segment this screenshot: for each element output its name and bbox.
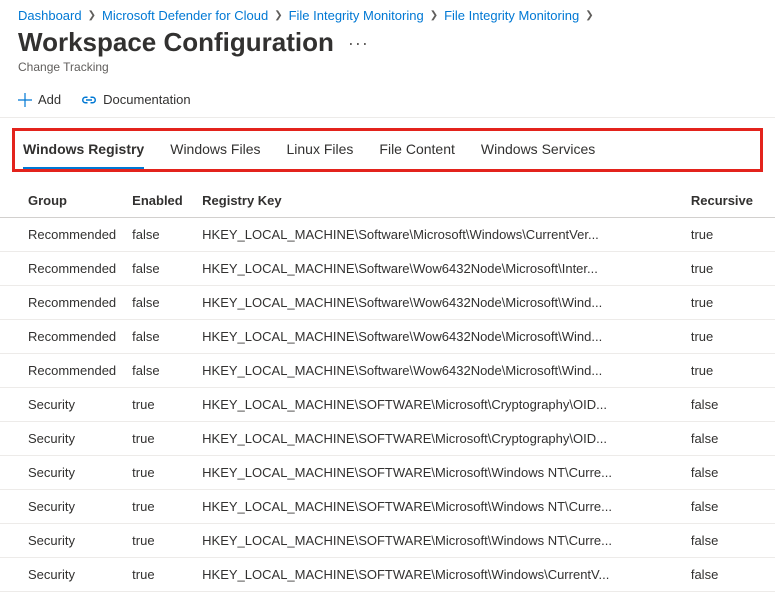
cell-group: Security xyxy=(0,422,124,456)
cell-group: Recommended xyxy=(0,320,124,354)
cell-enabled: false xyxy=(124,354,194,388)
cell-recursive: false xyxy=(683,388,775,422)
cell-enabled: false xyxy=(124,218,194,252)
page-header: Workspace Configuration ··· Change Track… xyxy=(0,25,775,84)
cell-recursive: true xyxy=(683,320,775,354)
breadcrumb-fim-2[interactable]: File Integrity Monitoring xyxy=(444,8,579,23)
col-header-key[interactable]: Registry Key xyxy=(194,184,683,218)
table-header-row: Group Enabled Registry Key Recursive xyxy=(0,184,775,218)
documentation-button[interactable]: Documentation xyxy=(81,92,190,107)
table-row[interactable]: RecommendedfalseHKEY_LOCAL_MACHINE\Softw… xyxy=(0,218,775,252)
link-icon xyxy=(81,93,97,107)
table-row[interactable]: SecuritytrueHKEY_LOCAL_MACHINE\SOFTWARE\… xyxy=(0,490,775,524)
table-row[interactable]: SecuritytrueHKEY_LOCAL_MACHINE\SOFTWARE\… xyxy=(0,524,775,558)
cell-key: HKEY_LOCAL_MACHINE\Software\Wow6432Node\… xyxy=(194,252,683,286)
add-button-label: Add xyxy=(38,92,61,107)
cell-group: Security xyxy=(0,490,124,524)
chevron-right-icon: ❯ xyxy=(430,10,438,21)
cell-enabled: true xyxy=(124,422,194,456)
page-subtitle: Change Tracking xyxy=(18,60,757,74)
tab-windows-services[interactable]: Windows Services xyxy=(481,141,595,169)
cell-enabled: true xyxy=(124,524,194,558)
cell-recursive: false xyxy=(683,558,775,592)
tab-linux-files[interactable]: Linux Files xyxy=(286,141,353,169)
tabs: Windows Registry Windows Files Linux Fil… xyxy=(17,135,758,169)
cell-group: Recommended xyxy=(0,286,124,320)
cell-group: Recommended xyxy=(0,252,124,286)
table-row[interactable]: SecuritytrueHKEY_LOCAL_MACHINE\SOFTWARE\… xyxy=(0,558,775,592)
cell-key: HKEY_LOCAL_MACHINE\Software\Wow6432Node\… xyxy=(194,320,683,354)
cell-enabled: true xyxy=(124,490,194,524)
cell-recursive: true xyxy=(683,218,775,252)
registry-table: Group Enabled Registry Key Recursive Rec… xyxy=(0,184,775,592)
table-row[interactable]: SecuritytrueHKEY_LOCAL_MACHINE\SOFTWARE\… xyxy=(0,422,775,456)
table-row[interactable]: RecommendedfalseHKEY_LOCAL_MACHINE\Softw… xyxy=(0,252,775,286)
cell-recursive: true xyxy=(683,252,775,286)
cell-enabled: false xyxy=(124,320,194,354)
cell-recursive: false xyxy=(683,456,775,490)
breadcrumb-fim-1[interactable]: File Integrity Monitoring xyxy=(289,8,424,23)
table-row[interactable]: RecommendedfalseHKEY_LOCAL_MACHINE\Softw… xyxy=(0,286,775,320)
table-row[interactable]: SecuritytrueHKEY_LOCAL_MACHINE\SOFTWARE\… xyxy=(0,456,775,490)
cell-key: HKEY_LOCAL_MACHINE\SOFTWARE\Microsoft\Wi… xyxy=(194,524,683,558)
cell-group: Recommended xyxy=(0,354,124,388)
cell-key: HKEY_LOCAL_MACHINE\Software\Wow6432Node\… xyxy=(194,286,683,320)
col-header-group[interactable]: Group xyxy=(0,184,124,218)
breadcrumb-defender[interactable]: Microsoft Defender for Cloud xyxy=(102,8,268,23)
breadcrumb-dashboard[interactable]: Dashboard xyxy=(18,8,82,23)
cell-enabled: true xyxy=(124,558,194,592)
chevron-right-icon: ❯ xyxy=(88,10,96,21)
cell-group: Security xyxy=(0,388,124,422)
cell-key: HKEY_LOCAL_MACHINE\Software\Microsoft\Wi… xyxy=(194,218,683,252)
cell-enabled: false xyxy=(124,286,194,320)
cell-group: Security xyxy=(0,524,124,558)
cell-key: HKEY_LOCAL_MACHINE\Software\Wow6432Node\… xyxy=(194,354,683,388)
chevron-right-icon: ❯ xyxy=(274,10,282,21)
cell-recursive: true xyxy=(683,354,775,388)
col-header-enabled[interactable]: Enabled xyxy=(124,184,194,218)
table-row[interactable]: RecommendedfalseHKEY_LOCAL_MACHINE\Softw… xyxy=(0,320,775,354)
tabs-highlight-box: Windows Registry Windows Files Linux Fil… xyxy=(12,128,763,172)
cell-group: Security xyxy=(0,558,124,592)
cell-enabled: true xyxy=(124,456,194,490)
cell-recursive: true xyxy=(683,286,775,320)
cell-recursive: false xyxy=(683,524,775,558)
documentation-button-label: Documentation xyxy=(103,92,190,107)
toolbar: Add Documentation xyxy=(0,84,775,118)
cell-key: HKEY_LOCAL_MACHINE\SOFTWARE\Microsoft\Wi… xyxy=(194,558,683,592)
cell-key: HKEY_LOCAL_MACHINE\SOFTWARE\Microsoft\Wi… xyxy=(194,490,683,524)
add-button[interactable]: Add xyxy=(18,92,61,107)
tab-file-content[interactable]: File Content xyxy=(379,141,454,169)
cell-recursive: false xyxy=(683,490,775,524)
cell-group: Security xyxy=(0,456,124,490)
page-title: Workspace Configuration xyxy=(18,27,334,58)
cell-recursive: false xyxy=(683,422,775,456)
more-options-icon[interactable]: ··· xyxy=(348,34,369,52)
tab-windows-files[interactable]: Windows Files xyxy=(170,141,260,169)
table-row[interactable]: SecuritytrueHKEY_LOCAL_MACHINE\SOFTWARE\… xyxy=(0,388,775,422)
cell-key: HKEY_LOCAL_MACHINE\SOFTWARE\Microsoft\Cr… xyxy=(194,388,683,422)
cell-key: HKEY_LOCAL_MACHINE\SOFTWARE\Microsoft\Wi… xyxy=(194,456,683,490)
plus-icon xyxy=(18,93,32,107)
tab-windows-registry[interactable]: Windows Registry xyxy=(23,141,144,169)
table-row[interactable]: RecommendedfalseHKEY_LOCAL_MACHINE\Softw… xyxy=(0,354,775,388)
cell-key: HKEY_LOCAL_MACHINE\SOFTWARE\Microsoft\Cr… xyxy=(194,422,683,456)
cell-group: Recommended xyxy=(0,218,124,252)
cell-enabled: true xyxy=(124,388,194,422)
breadcrumb: Dashboard ❯ Microsoft Defender for Cloud… xyxy=(0,0,775,25)
chevron-right-icon: ❯ xyxy=(585,10,593,21)
col-header-recursive[interactable]: Recursive xyxy=(683,184,775,218)
cell-enabled: false xyxy=(124,252,194,286)
